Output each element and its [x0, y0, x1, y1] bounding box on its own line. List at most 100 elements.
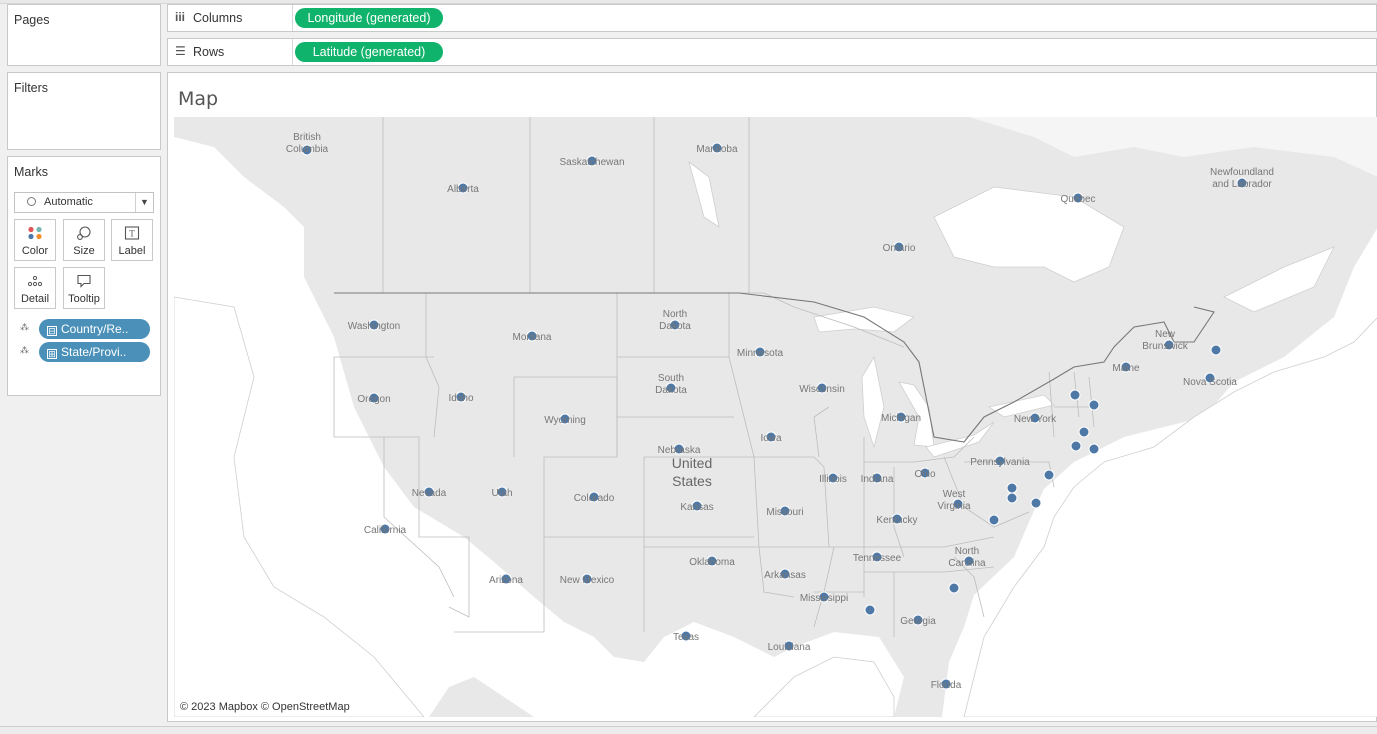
columns-label: Columns [193, 11, 243, 25]
color-button-label: Color [21, 245, 49, 257]
size-button-label: Size [73, 245, 95, 257]
detail-icon: ⁂ [20, 345, 29, 355]
place-label-british-columbia: Columbia [286, 144, 329, 155]
place-label-pennsylvania: Pennsylvania [970, 457, 1030, 468]
chevron-down-icon[interactable]: ▼ [135, 193, 153, 212]
tableau-workspace: Pages Filters Marks Automatic ▼ Color Si… [0, 0, 1377, 734]
place-label-louisiana: Louisiana [768, 642, 811, 653]
place-label-oregon: Oregon [357, 394, 390, 405]
color-button[interactable]: Color [14, 219, 56, 261]
color-dots-icon [15, 220, 55, 242]
country-field-label: Country/Re.. [61, 322, 129, 336]
country-label-line2: States [672, 473, 712, 489]
tooltip-button[interactable]: Tooltip [63, 267, 105, 309]
place-label-nevada: Nevada [412, 488, 447, 499]
pages-card[interactable]: Pages [7, 4, 161, 66]
label-button[interactable]: T Label [111, 219, 153, 261]
shelf-divider [292, 39, 293, 65]
size-icon [64, 220, 104, 242]
map-mark-delaware[interactable] [1030, 497, 1042, 509]
place-label-alberta: Alberta [447, 184, 479, 195]
place-label-ontario: Ontario [883, 243, 916, 254]
expand-icon[interactable]: ⊞ [47, 349, 57, 359]
map-view[interactable]: BritishColumbia Alberta Saskatchewan Manito… [174, 117, 1377, 717]
place-label-new-brunswick: Brunswick [1142, 341, 1189, 352]
place-label-idaho: Idaho [448, 393, 473, 404]
columns-icon: iii [175, 10, 186, 24]
columns-shelf[interactable]: iii Columns Longitude (generated) [167, 4, 1377, 32]
map-mark-new-jersey[interactable] [1043, 469, 1055, 481]
collapse-icon[interactable]: ⊟ [47, 326, 57, 336]
place-label-texas: Texas [673, 632, 699, 643]
place-label-manitoba: Manitoba [696, 144, 738, 155]
rows-shelf[interactable]: ☰ Rows Latitude (generated) [167, 38, 1377, 66]
tooltip-button-label: Tooltip [68, 293, 100, 305]
place-label-new-brunswick: New [1155, 329, 1176, 340]
map-mark-massachusetts[interactable] [1078, 426, 1090, 438]
place-label-kansas: Kansas [680, 502, 713, 513]
marks-field-state: ⁂ ⊞ State/Provi.. [18, 342, 158, 362]
place-label-north-dakota: Dakota [659, 321, 691, 332]
detail-button[interactable]: Detail [14, 267, 56, 309]
place-label-quebec: Quebec [1060, 194, 1095, 205]
map-mark-new-hampshire[interactable] [1088, 399, 1100, 411]
map-mark-connecticut[interactable] [1070, 440, 1082, 452]
place-label-illinois: Illinois [819, 474, 847, 485]
shelf-divider [292, 5, 293, 31]
place-label-newfoundland-and-labrador: and Labrador [1212, 179, 1272, 190]
sheet-title: Map [178, 88, 219, 110]
place-label-north-carolina: North [955, 546, 979, 557]
place-label-tennessee: Tennessee [853, 553, 902, 564]
country-label-line1: United [672, 455, 712, 471]
size-button[interactable]: Size [63, 219, 105, 261]
place-label-south-dakota: South [658, 373, 684, 384]
map-mark-maryland[interactable] [1006, 482, 1018, 494]
sheet-tabs-bar [0, 726, 1377, 734]
place-label-newfoundland-and-labrador: Newfoundland [1210, 167, 1274, 178]
longitude-pill[interactable]: Longitude (generated) [295, 8, 443, 28]
place-label-indiana: Indiana [861, 474, 894, 485]
place-label-wisconsin: Wisconsin [799, 384, 845, 395]
map-mark-south-carolina[interactable] [948, 582, 960, 594]
map-mark-virginia[interactable] [988, 514, 1000, 526]
filters-card[interactable]: Filters [7, 72, 161, 150]
map-mark-prince-edward-island[interactable] [1210, 344, 1222, 356]
svg-text:T: T [129, 229, 135, 239]
place-label-wyoming: Wyoming [544, 415, 586, 426]
map-mark-district-of-columbia[interactable] [1006, 492, 1018, 504]
map-attribution: © 2023 Mapbox © OpenStreetMap [180, 701, 350, 713]
detail-icon [15, 268, 55, 290]
marks-field-country: ⁂ ⊟ Country/Re.. [18, 319, 158, 339]
latitude-pill[interactable]: Latitude (generated) [295, 42, 443, 62]
label-button-label: Label [118, 245, 146, 257]
map-mark-alabama[interactable] [864, 604, 876, 616]
place-label-iowa: Iowa [760, 433, 782, 444]
state-field-pill[interactable]: ⊞ State/Provi.. [39, 342, 150, 362]
place-label-arizona: Arizona [489, 575, 523, 586]
place-label-north-dakota: North [663, 309, 687, 320]
place-label-new-mexico: New Mexico [560, 575, 615, 586]
place-label-saskatchewan: Saskatchewan [559, 157, 624, 168]
state-field-label: State/Provi.. [61, 345, 127, 359]
place-label-washington: Washington [348, 321, 400, 332]
place-label-north-carolina: Carolina [948, 558, 986, 569]
map-mark-rhode-island[interactable] [1088, 443, 1100, 455]
place-label-maine: Maine [1112, 363, 1140, 374]
mark-type-dropdown[interactable]: Automatic ▼ [14, 192, 154, 213]
place-label-oklahoma: Oklahoma [689, 557, 735, 568]
pages-title: Pages [14, 13, 50, 27]
place-label-montana: Montana [513, 332, 552, 343]
circle-mark-icon [27, 197, 36, 206]
rows-icon: ☰ [175, 44, 186, 58]
label-icon: T [112, 220, 152, 242]
mark-type-label: Automatic [44, 196, 93, 208]
detail-icon: ⁂ [20, 322, 29, 332]
place-label-west-virginia: West [943, 489, 966, 500]
country-field-pill[interactable]: ⊟ Country/Re.. [39, 319, 150, 339]
place-label-florida: Florida [931, 680, 962, 691]
map-mark-vermont[interactable] [1069, 389, 1081, 401]
filters-title: Filters [14, 81, 49, 95]
place-label-michigan: Michigan [881, 413, 921, 424]
detail-button-label: Detail [20, 293, 50, 305]
place-label-british-columbia: British [293, 132, 321, 143]
